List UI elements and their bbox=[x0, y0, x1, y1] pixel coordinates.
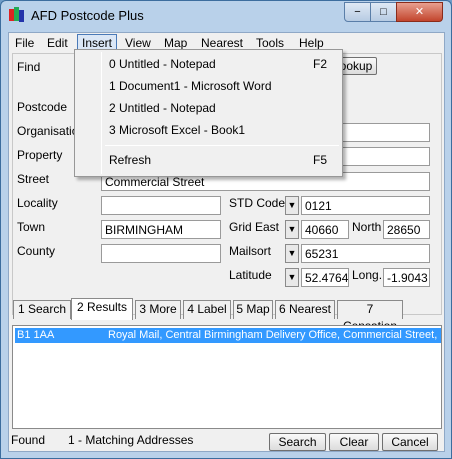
mailsort-label: Mailsort bbox=[229, 244, 272, 258]
window-title: AFD Postcode Plus bbox=[31, 8, 144, 23]
status-bar: Found 1 - Matching Addresses Search Clea… bbox=[9, 432, 444, 451]
result-address: Royal Mail, Central Birmingham Delivery … bbox=[108, 329, 441, 341]
tab-nearest[interactable]: 6 Nearest bbox=[275, 300, 335, 319]
tab-results[interactable]: 2 Results bbox=[71, 298, 133, 320]
title-bar[interactable]: AFD Postcode Plus − □ ✕ bbox=[1, 1, 451, 31]
shortcut-f5: F5 bbox=[312, 153, 327, 167]
cancel-button[interactable]: Cancel bbox=[382, 433, 438, 451]
mailsort-field[interactable]: 65231 bbox=[301, 244, 430, 263]
app-window: AFD Postcode Plus − □ ✕ File Edit Insert… bbox=[0, 0, 452, 459]
postcode-label: Postcode bbox=[17, 100, 68, 114]
menu-edit[interactable]: Edit bbox=[43, 35, 72, 51]
std-code-dropdown-icon[interactable]: ▼ bbox=[285, 196, 299, 215]
tab-search[interactable]: 1 Search bbox=[13, 300, 71, 319]
app-icon bbox=[9, 7, 25, 23]
property-label: Property bbox=[17, 148, 63, 162]
insert-menu-item-notepad-2[interactable]: 2 Untitled - Notepad bbox=[109, 99, 339, 117]
clear-button[interactable]: Clear bbox=[329, 433, 379, 451]
insert-menu-item-refresh[interactable]: Refresh F5 bbox=[109, 151, 339, 169]
insert-menu-item-notepad-0[interactable]: 0 Untitled - Notepad F2 bbox=[109, 55, 339, 73]
close-button[interactable]: ✕ bbox=[396, 2, 443, 22]
north-label: North bbox=[352, 220, 382, 234]
search-button[interactable]: Search bbox=[269, 433, 326, 451]
street-label: Street bbox=[17, 172, 50, 186]
minimize-button[interactable]: − bbox=[344, 2, 371, 22]
std-code-label: STD Code bbox=[229, 196, 286, 210]
organisation-field[interactable] bbox=[342, 123, 430, 142]
locality-field[interactable] bbox=[101, 196, 221, 215]
property-field[interactable] bbox=[342, 147, 430, 166]
grid-east-label: Grid East bbox=[229, 220, 280, 234]
latitude-field[interactable]: 52.4764 bbox=[301, 268, 349, 287]
insert-menu-dropdown: 0 Untitled - Notepad F2 1 Document1 - Mi… bbox=[74, 49, 343, 177]
latitude-label: Latitude bbox=[229, 268, 272, 282]
menu-file[interactable]: File bbox=[11, 35, 38, 51]
mailsort-dropdown-icon[interactable]: ▼ bbox=[285, 244, 299, 263]
maximize-button[interactable]: □ bbox=[370, 2, 397, 22]
grid-east-field[interactable]: 40660 bbox=[301, 220, 349, 239]
tab-more[interactable]: 3 More bbox=[135, 300, 181, 319]
insert-menu-item-excel[interactable]: 3 Microsoft Excel - Book1 bbox=[109, 121, 339, 139]
results-list[interactable]: B1 1AA Royal Mail, Central Birmingham De… bbox=[12, 325, 442, 429]
county-label: County bbox=[17, 244, 56, 258]
result-postcode: B1 1AA bbox=[17, 329, 55, 341]
tab-label[interactable]: 4 Label bbox=[183, 300, 231, 319]
std-code-field[interactable]: 0121 bbox=[301, 196, 430, 215]
town-field[interactable]: BIRMINGHAM bbox=[101, 220, 221, 239]
found-count-text: 1 - Matching Addresses bbox=[68, 433, 194, 447]
menu-separator bbox=[105, 145, 339, 146]
shortcut-f2: F2 bbox=[312, 57, 327, 71]
county-field[interactable] bbox=[101, 244, 221, 263]
locality-label: Locality bbox=[17, 196, 58, 210]
tab-map[interactable]: 5 Map bbox=[233, 300, 273, 319]
north-field[interactable]: 28650 bbox=[383, 220, 430, 239]
latitude-dropdown-icon[interactable]: ▼ bbox=[285, 268, 299, 287]
grid-east-dropdown-icon[interactable]: ▼ bbox=[285, 220, 299, 239]
town-label: Town bbox=[17, 220, 46, 234]
tab-censation[interactable]: 7 Censation bbox=[337, 300, 403, 333]
list-item[interactable]: B1 1AA Royal Mail, Central Birmingham De… bbox=[15, 328, 441, 343]
found-label: Found bbox=[11, 433, 46, 447]
insert-menu-item-word[interactable]: 1 Document1 - Microsoft Word bbox=[109, 77, 339, 95]
long-field[interactable]: -1.9043 bbox=[383, 268, 430, 287]
long-label: Long. bbox=[352, 268, 383, 282]
